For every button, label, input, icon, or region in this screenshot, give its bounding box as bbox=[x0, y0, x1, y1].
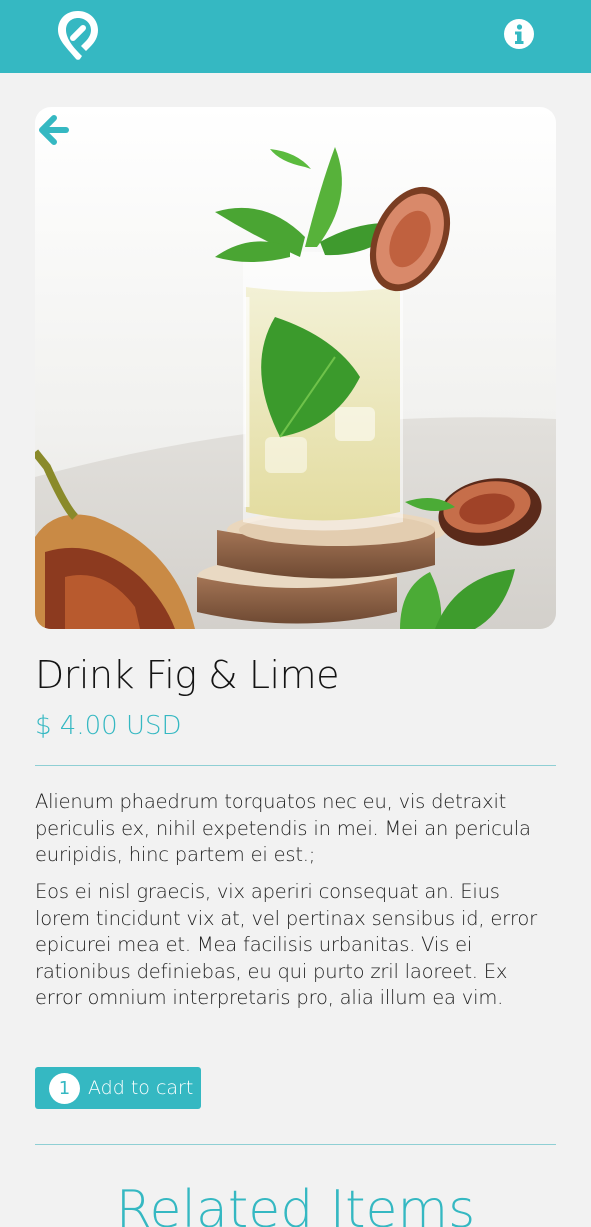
product-image bbox=[35, 107, 556, 629]
description-paragraph: Alienum phaedrum torquatos nec eu, vis d… bbox=[35, 790, 531, 866]
map-pin-logo-icon[interactable] bbox=[52, 6, 104, 62]
related-items-heading: Related Items bbox=[115, 1180, 476, 1227]
divider bbox=[35, 765, 556, 766]
add-to-cart-label: Add to cart bbox=[88, 1077, 194, 1099]
product-photo bbox=[35, 107, 556, 629]
add-to-cart-button[interactable]: 1 Add to cart bbox=[35, 1067, 201, 1109]
product-price: $ 4.00 USD bbox=[35, 711, 182, 741]
divider bbox=[35, 1144, 556, 1145]
arrow-left-icon[interactable] bbox=[38, 115, 72, 145]
description-paragraph: Eos ei nisl graecis, vix aperiri consequ… bbox=[35, 880, 537, 1009]
product-title: Drink Fig & Lime bbox=[35, 653, 339, 697]
top-bar bbox=[0, 0, 591, 73]
info-circle-icon[interactable] bbox=[503, 18, 535, 50]
quantity-badge[interactable]: 1 bbox=[49, 1072, 80, 1104]
